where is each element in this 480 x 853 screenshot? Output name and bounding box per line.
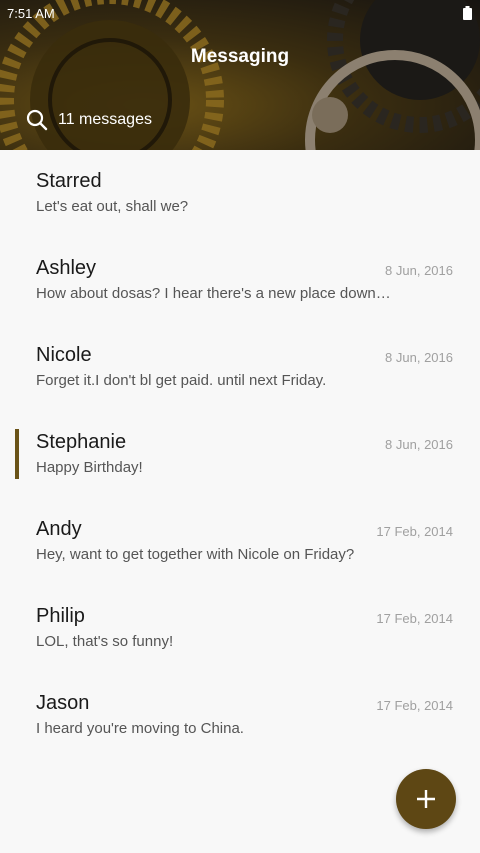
conversation-date: 17 Feb, 2014 [376, 524, 453, 539]
selected-indicator [15, 429, 19, 479]
conversation-preview: Hey, want to get together with Nicole on… [36, 546, 355, 563]
plus-icon [417, 790, 435, 808]
conversation-date: 17 Feb, 2014 [376, 698, 453, 713]
conversation-item-nicole[interactable]: Nicole 8 Jun, 2016 Forget it.I don't bl … [0, 324, 480, 411]
conversation-preview: LOL, that's so funny! [36, 633, 174, 650]
message-count: 11 messages [58, 111, 152, 128]
conversation-item-stephanie[interactable]: Stephanie 8 Jun, 2016 Happy Birthday! [0, 411, 480, 498]
app-header: 7:51 AM Messaging 11 messages [0, 0, 480, 150]
conversation-preview: Let's eat out, shall we? [36, 198, 189, 215]
conversation-name: Starred [36, 170, 102, 192]
page-title: Messaging [190, 46, 290, 67]
search-button[interactable]: 11 messages [26, 106, 326, 134]
conversation-preview: I heard you're moving to China. [36, 720, 244, 737]
conversation-preview: Forget it.I don't bl get paid. until nex… [36, 372, 327, 389]
conversation-name: Stephanie [36, 431, 127, 453]
conversation-preview: How about dosas? I hear there's a new pl… [36, 285, 391, 302]
status-time: 7:51 AM [7, 6, 55, 21]
conversation-item-andy[interactable]: Andy 17 Feb, 2014 Hey, want to get toget… [0, 498, 480, 585]
conversation-item-starred[interactable]: Starred Let's eat out, shall we? [0, 150, 480, 237]
conversation-list: Starred Let's eat out, shall we? Ashley … [0, 150, 480, 759]
conversation-item-jason[interactable]: Jason 17 Feb, 2014 I heard you're moving… [0, 672, 480, 759]
conversation-name: Philip [36, 605, 85, 627]
status-bar: 7:51 AM [0, 0, 480, 26]
conversation-name: Andy [36, 518, 82, 540]
conversation-name: Ashley [36, 257, 97, 279]
conversation-date: 8 Jun, 2016 [385, 350, 453, 365]
conversation-date: 8 Jun, 2016 [385, 437, 453, 452]
conversation-name: Jason [36, 692, 90, 714]
new-message-button[interactable] [396, 769, 456, 829]
search-icon [26, 109, 48, 131]
conversation-preview: Happy Birthday! [36, 459, 143, 476]
conversation-item-philip[interactable]: Philip 17 Feb, 2014 LOL, that's so funny… [0, 585, 480, 672]
conversation-name: Nicole [36, 344, 92, 366]
conversation-date: 17 Feb, 2014 [376, 611, 453, 626]
battery-icon [463, 6, 472, 20]
conversation-date: 8 Jun, 2016 [385, 263, 453, 278]
conversation-item-ashley[interactable]: Ashley 8 Jun, 2016 How about dosas? I he… [0, 237, 480, 324]
